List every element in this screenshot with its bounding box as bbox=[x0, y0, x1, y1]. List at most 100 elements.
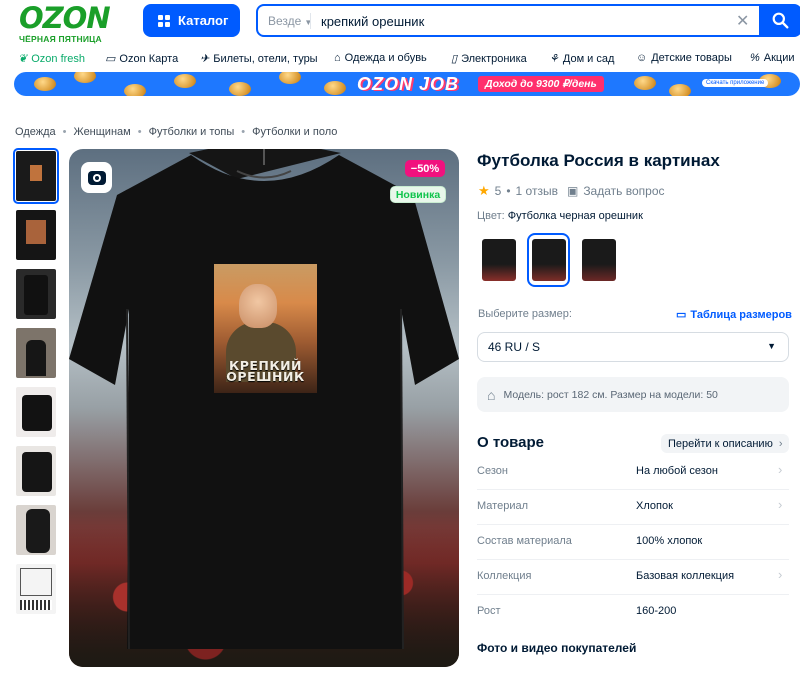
print-text-line: ОРЕШНИК bbox=[226, 369, 305, 384]
nav-item-clothing[interactable]: ⌂ Одежда и обувь bbox=[334, 52, 427, 64]
promo-banner[interactable]: OZON JOB Доход до 9300 ₽/день Скачать пр… bbox=[14, 72, 800, 96]
coin-decoration bbox=[74, 72, 96, 83]
rating-value: 5 bbox=[494, 184, 502, 198]
nav-label: Детские товары bbox=[651, 52, 732, 64]
search-input[interactable]: крепкий орешник bbox=[321, 14, 424, 29]
attribute-value: 160-200 bbox=[636, 605, 677, 617]
catalog-label: Каталог bbox=[178, 13, 229, 28]
attribute-key: Материал bbox=[477, 500, 528, 512]
breadcrumb-item[interactable]: Женщинам bbox=[74, 126, 131, 138]
goto-description-button[interactable]: Перейти к описанию › bbox=[661, 434, 789, 453]
attribute-row[interactable]: Коллекция Базовая коллекция › bbox=[477, 561, 789, 595]
product-main-image[interactable] bbox=[69, 149, 459, 667]
breadcrumb: Одежда • Женщинам • Футболки и топы • Футбо… bbox=[15, 126, 338, 138]
ask-question-link[interactable]: Задать вопрос bbox=[583, 184, 664, 198]
nav-item-tickets[interactable]: ✈ Билеты, отели, туры bbox=[200, 52, 318, 66]
leaf-icon: ❦ bbox=[18, 53, 28, 65]
color-swatch[interactable] bbox=[577, 233, 620, 287]
size-select[interactable]: 46 RU / S ▼ bbox=[477, 332, 789, 362]
attribute-value: На любой сезон bbox=[636, 465, 718, 477]
nav-label: Ozon fresh bbox=[31, 52, 86, 65]
percent-icon: % bbox=[750, 52, 760, 64]
model-info-text: Модель: рост 182 см. Размер на модели: 5… bbox=[503, 388, 718, 401]
new-badge: Новинка bbox=[390, 186, 446, 203]
thumbnail[interactable] bbox=[13, 148, 59, 204]
thumbnail[interactable] bbox=[16, 269, 56, 319]
attribute-row: Состав материала 100% хлопок bbox=[477, 526, 789, 560]
camera-search-icon bbox=[87, 170, 106, 185]
header: OZON ЧЁРНАЯ ПЯТНИЦА Каталог Везде ▼ крепк… bbox=[0, 0, 800, 46]
attribute-row[interactable]: Сезон На любой сезон › bbox=[477, 456, 789, 490]
ozon-logo[interactable]: OZON ЧЁРНАЯ ПЯТНИЦА bbox=[19, 1, 111, 44]
nav-label: Акции bbox=[763, 52, 795, 64]
search-button[interactable] bbox=[759, 4, 800, 37]
color-swatch-selected[interactable] bbox=[527, 233, 570, 287]
nav-item-ozon-card[interactable]: ▭ Ozon Карта bbox=[105, 52, 178, 66]
size-label: Выберите размер: bbox=[478, 308, 572, 320]
card-icon: ▭ bbox=[105, 53, 116, 65]
grid-icon bbox=[158, 14, 170, 27]
search-scope-label: Везде bbox=[268, 14, 302, 28]
breadcrumb-item[interactable]: Футболки и топы bbox=[149, 126, 235, 138]
attribute-row[interactable]: Материал Хлопок › bbox=[477, 491, 789, 525]
coin-decoration bbox=[174, 74, 196, 88]
banner-pill: Доход до 9300 ₽/день bbox=[478, 76, 604, 92]
chevron-right-icon: › bbox=[778, 497, 783, 512]
coin-decoration bbox=[229, 82, 251, 96]
size-table-link[interactable]: ▭ Таблица размеров bbox=[676, 308, 792, 322]
category-nav: ❦ Ozon fresh ▭ Ozon Карта ✈ Билеты, отели, … bbox=[0, 52, 800, 68]
nav-item-home[interactable]: ⚘ Дом и сад bbox=[549, 52, 614, 66]
nav-item-ozon-fresh[interactable]: ❦ Ozon fresh bbox=[18, 52, 86, 66]
plane-icon: ✈ bbox=[200, 53, 210, 65]
reviews-link[interactable]: 1 отзыв bbox=[516, 184, 558, 198]
color-label: Цвет: bbox=[477, 210, 505, 222]
chevron-down-icon: ▼ bbox=[304, 18, 313, 27]
nav-item-sales[interactable]: % Акции bbox=[750, 52, 795, 64]
thumbnail[interactable] bbox=[16, 446, 56, 496]
logo-subtext: ЧЁРНАЯ ПЯТНИЦА bbox=[19, 34, 102, 44]
product-title: Футболка Россия в картинах bbox=[477, 151, 720, 170]
question-icon: ▣ bbox=[566, 184, 579, 198]
image-search-button[interactable] bbox=[81, 162, 112, 193]
attribute-key: Коллекция bbox=[477, 570, 532, 582]
nav-label: Билеты, отели, туры bbox=[213, 52, 318, 65]
download-app-button[interactable]: Скачать приложение bbox=[702, 79, 769, 87]
coin-decoration bbox=[669, 84, 691, 96]
chevron-down-icon: ▼ bbox=[767, 341, 776, 351]
toy-icon: ☺ bbox=[636, 52, 648, 64]
thumbnail[interactable] bbox=[16, 505, 56, 555]
catalog-button[interactable]: Каталог bbox=[143, 4, 240, 37]
thumbnail[interactable] bbox=[16, 328, 56, 378]
breadcrumb-item[interactable]: Одежда bbox=[15, 126, 56, 138]
color-row: Цвет: Футболка черная орешник bbox=[477, 210, 643, 222]
nav-item-kids[interactable]: ☺ Детские товары bbox=[636, 52, 732, 64]
divider bbox=[310, 13, 311, 29]
search-scope-select[interactable]: Везде ▼ bbox=[268, 14, 312, 28]
coin-decoration bbox=[279, 72, 301, 84]
nav-item-electronics[interactable]: ▯ Электроника bbox=[451, 52, 527, 66]
thumbnail[interactable] bbox=[16, 564, 56, 614]
attribute-value: 100% хлопок bbox=[636, 535, 703, 547]
size-table-label: Таблица размеров bbox=[690, 308, 792, 321]
clear-icon[interactable]: ✕ bbox=[736, 11, 749, 31]
coin-decoration bbox=[634, 76, 656, 90]
coin-decoration bbox=[34, 77, 56, 91]
thumbnail[interactable] bbox=[16, 387, 56, 437]
discount-badge: −50% bbox=[405, 160, 445, 177]
customer-photos-title: Фото и видео покупателей bbox=[477, 641, 637, 655]
attribute-value: Базовая коллекция bbox=[636, 570, 735, 582]
color-swatch[interactable] bbox=[477, 233, 520, 287]
nav-label: Электроника bbox=[461, 52, 527, 65]
thumbnail[interactable] bbox=[16, 210, 56, 260]
nav-label: Одежда и обувь bbox=[344, 52, 427, 64]
size-value: 46 RU / S bbox=[488, 340, 541, 354]
coin-decoration bbox=[124, 84, 146, 96]
shirt-print: КРЕПКИЙ ОРЕШНИК bbox=[214, 264, 317, 393]
home-icon: ⚘ bbox=[549, 53, 559, 65]
tshirt-image bbox=[69, 149, 459, 650]
logo-text: OZON bbox=[19, 1, 111, 35]
ruler-icon: ▭ bbox=[676, 309, 687, 321]
model-info: ⌂ Модель: рост 182 см. Размер на модели:… bbox=[477, 377, 789, 412]
breadcrumb-item[interactable]: Футболки и поло bbox=[252, 126, 337, 138]
goto-description-label: Перейти к описанию bbox=[668, 437, 773, 450]
